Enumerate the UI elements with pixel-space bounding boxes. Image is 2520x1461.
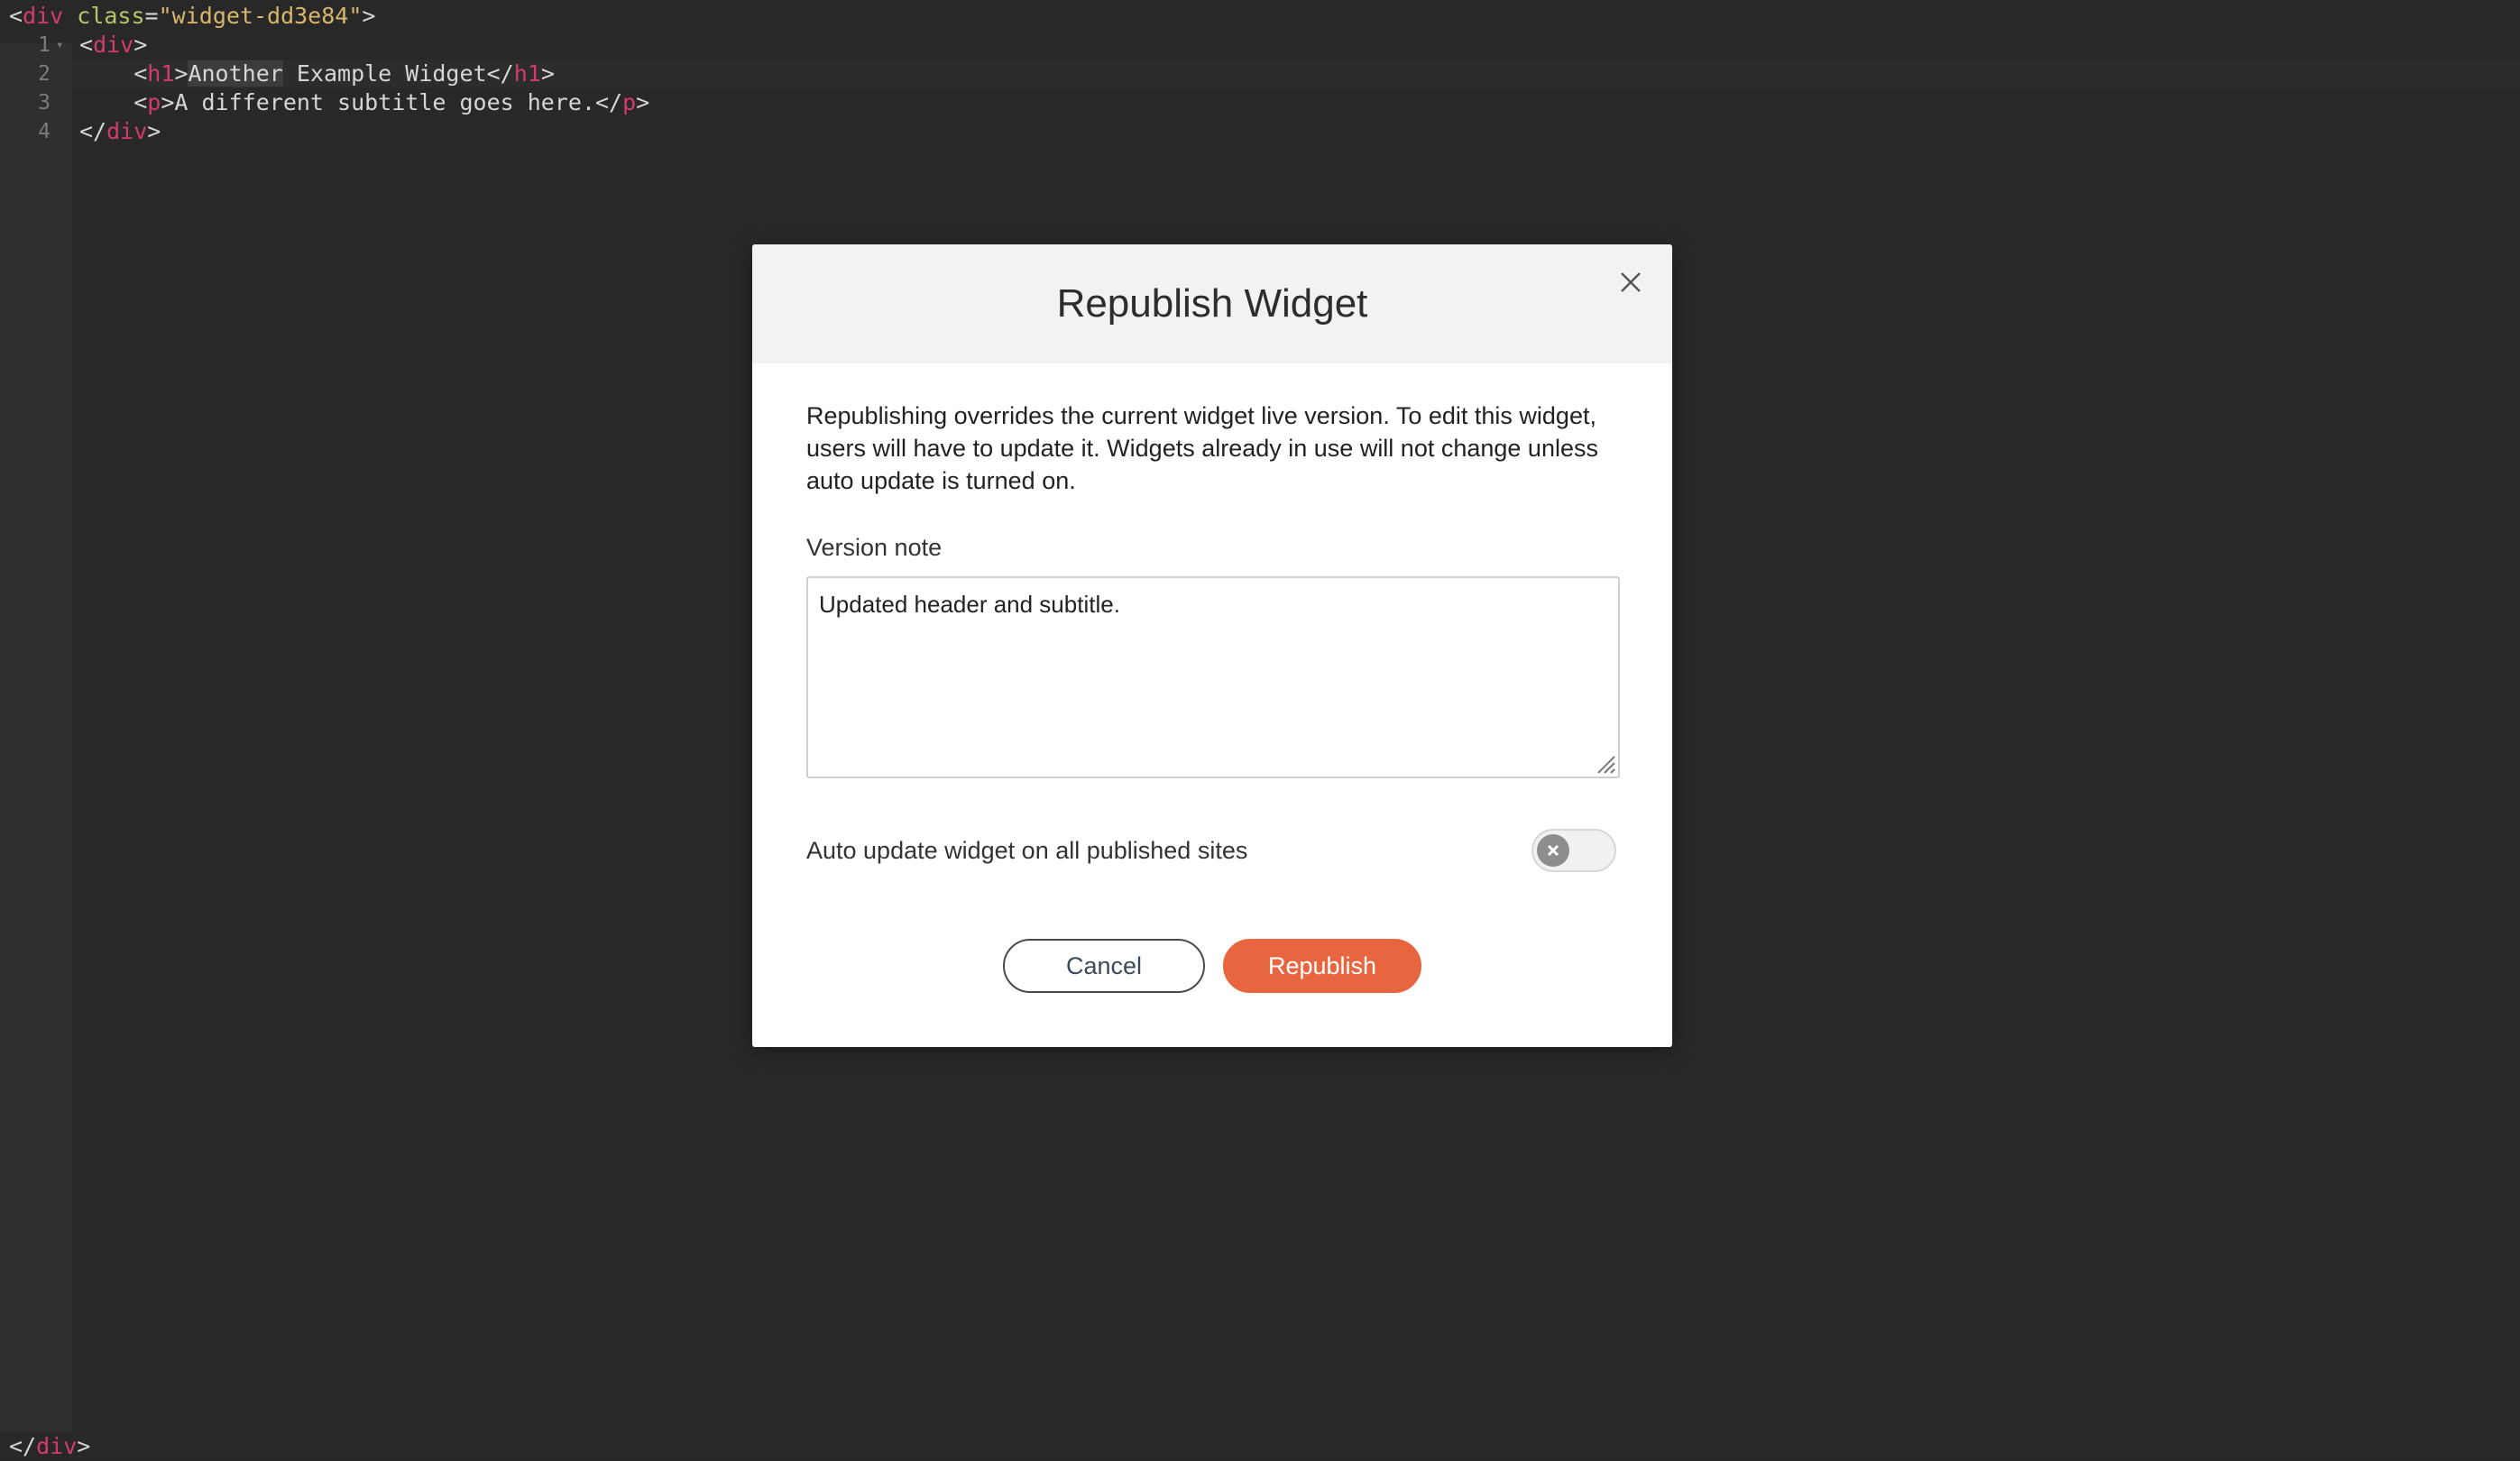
auto-update-label: Auto update widget on all published site… — [806, 837, 1248, 864]
close-button[interactable] — [1613, 264, 1649, 300]
version-note-textarea[interactable]: Updated header and subtitle. — [806, 576, 1620, 778]
resize-grip-icon[interactable] — [1593, 751, 1616, 775]
toggle-knob — [1537, 834, 1569, 867]
dialog-description: Republishing overrides the current widge… — [806, 402, 1598, 494]
dialog-header: Republish Widget — [752, 244, 1672, 363]
close-icon — [1621, 272, 1641, 292]
toggle-off-icon — [1547, 844, 1559, 857]
auto-update-toggle[interactable] — [1531, 829, 1616, 872]
republish-dialog: Republish Widget Republishing overrides … — [752, 244, 1672, 1047]
version-note-label: Version note — [806, 534, 943, 561]
republish-button[interactable]: Republish — [1223, 939, 1421, 993]
version-note-value: Updated header and subtitle. — [819, 591, 1120, 618]
dialog-title: Republish Widget — [1056, 281, 1368, 326]
cancel-button[interactable]: Cancel — [1003, 939, 1205, 993]
